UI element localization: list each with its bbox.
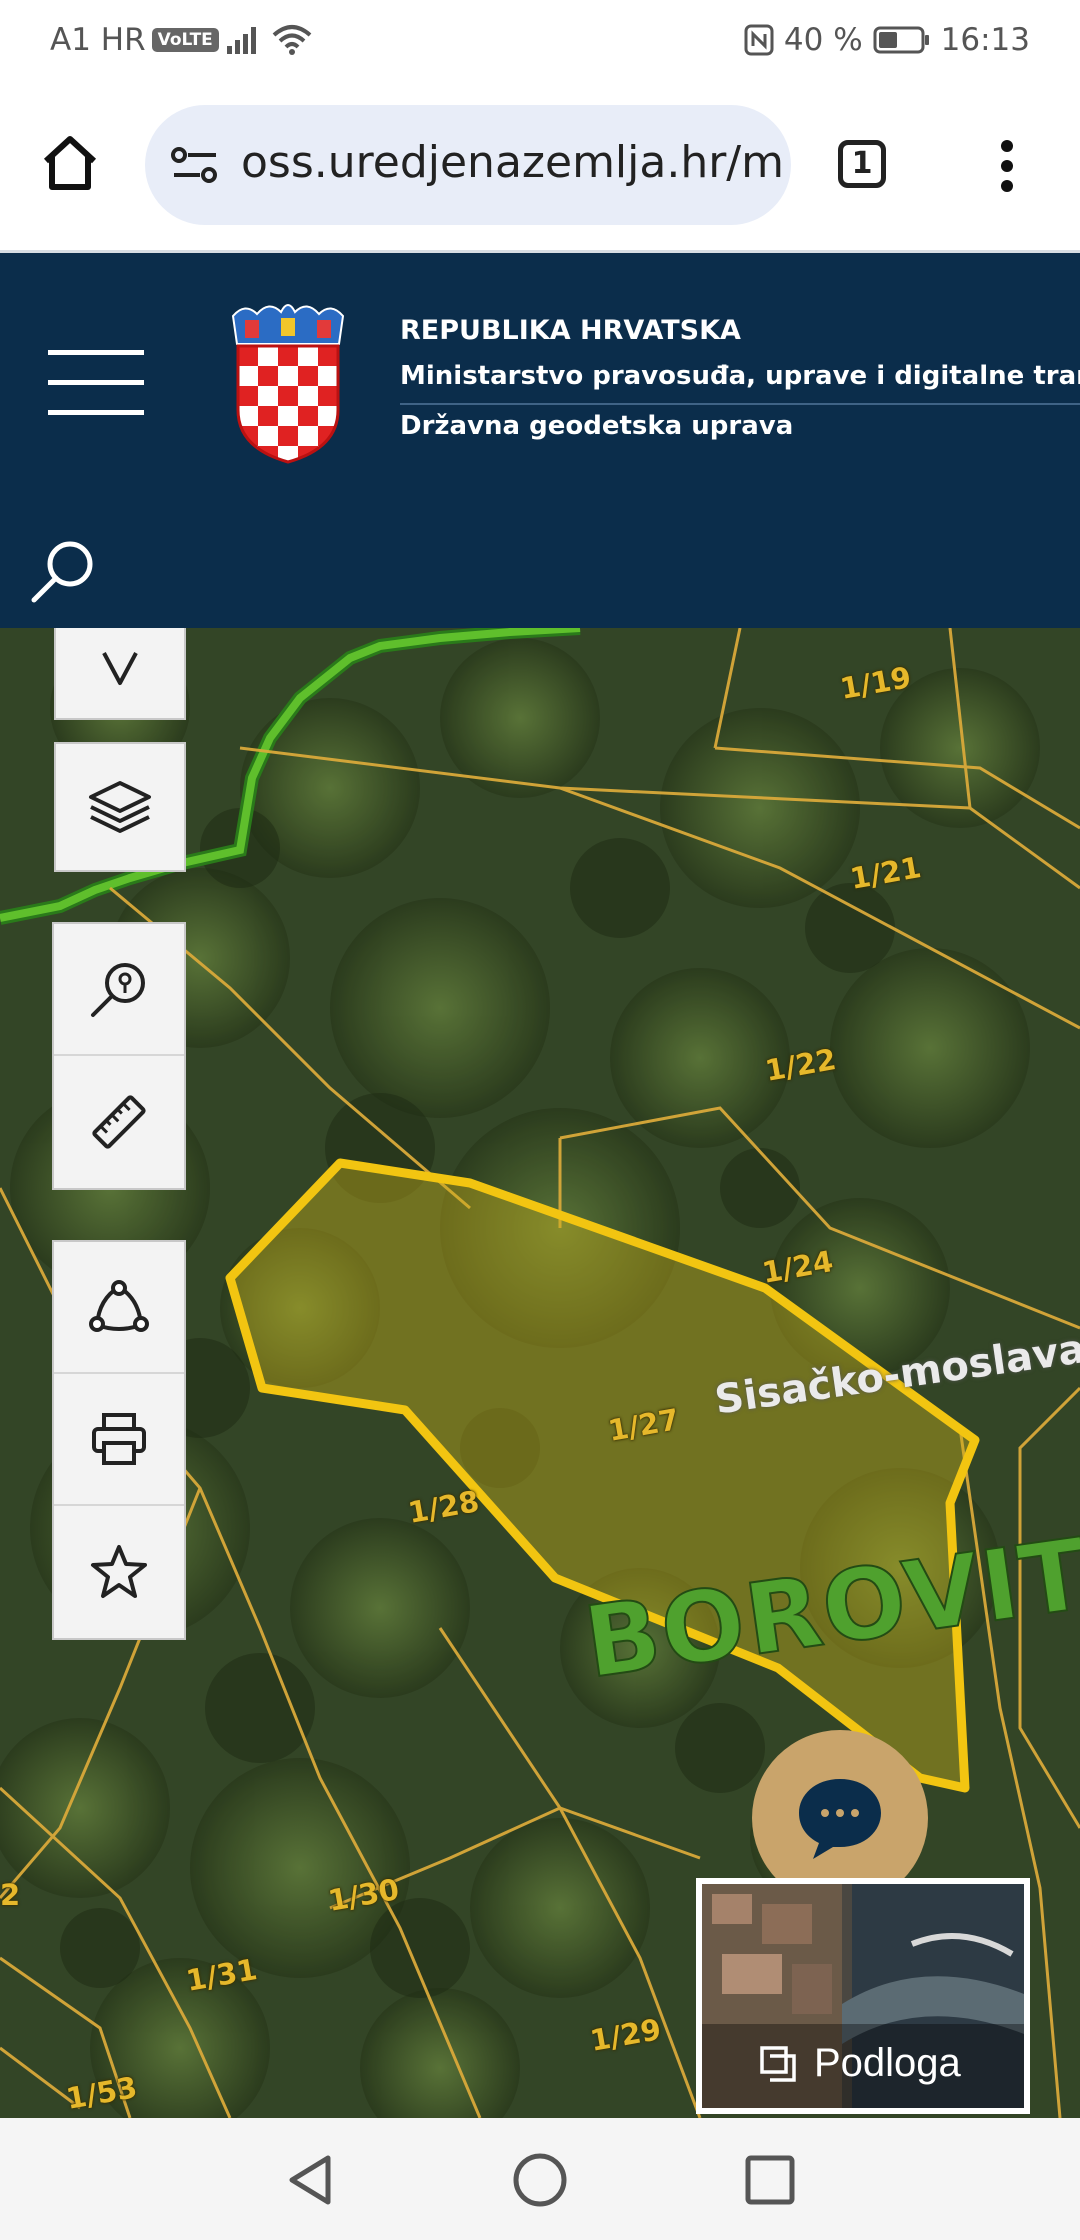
battery-percent: 40 %	[783, 22, 863, 58]
browser-toolbar: oss.uredjenazemlja.hr/m 1	[0, 80, 1080, 250]
more-menu-icon[interactable]	[995, 138, 1019, 194]
nfc-icon	[744, 24, 774, 56]
signal-icon	[226, 27, 256, 54]
draw-button[interactable]	[54, 1242, 184, 1374]
chat-bubble-icon	[799, 1779, 881, 1859]
site-settings-icon[interactable]	[170, 145, 220, 185]
battery-icon	[873, 26, 929, 54]
wifi-icon	[272, 25, 312, 55]
tool-group-draw-print	[52, 1240, 186, 1640]
home-circle-icon[interactable]	[512, 2152, 568, 2208]
clock: 16:13	[940, 22, 1030, 58]
ruler-icon	[92, 1095, 146, 1149]
header-agency: Državna geodetska uprava	[400, 411, 794, 441]
tab-count: 1	[851, 146, 873, 181]
layers-button[interactable]	[54, 742, 186, 872]
basemap-label: Podloga	[814, 2041, 961, 2085]
header-country: REPUBLIKA HRVATSKA	[400, 315, 741, 346]
tool-group-search-measure	[52, 922, 186, 1190]
header-ministry: Ministarstvo pravosuđa, uprave i digital…	[400, 361, 1080, 391]
basemap-icon	[760, 2045, 796, 2082]
volte-badge: VoLTE	[151, 28, 219, 52]
header-divider	[400, 403, 1080, 405]
address-bar[interactable]: oss.uredjenazemlja.hr/m	[145, 105, 791, 225]
recents-icon[interactable]	[744, 2152, 796, 2208]
home-icon[interactable]	[40, 135, 100, 191]
parcel-label: 2	[0, 1878, 21, 1912]
layers-icon	[89, 781, 151, 833]
map-view[interactable]: 1/19 1/21 1/22 1/24 1/27 1/28 1/30 1/31 …	[0, 628, 1080, 2118]
carrier-name: A1 HR	[50, 22, 146, 58]
hamburger-menu-icon[interactable]	[48, 348, 144, 418]
coat-of-arms-logo	[231, 304, 345, 464]
measure-button[interactable]	[54, 1056, 184, 1188]
search-icon[interactable]	[30, 538, 96, 604]
basemap-switch-button[interactable]: Podloga	[696, 1878, 1030, 2114]
tabs-icon[interactable]: 1	[838, 140, 886, 188]
print-icon	[92, 1413, 146, 1465]
site-header: REPUBLIKA HRVATSKA Ministarstvo pravosuđ…	[0, 250, 1080, 628]
star-icon	[91, 1545, 147, 1598]
search-location-button[interactable]	[54, 924, 184, 1056]
favorites-button[interactable]	[54, 1506, 184, 1638]
system-nav-bar	[0, 2118, 1080, 2240]
location-pin-icon	[102, 652, 138, 685]
url-text[interactable]: oss.uredjenazemlja.hr/m	[241, 137, 784, 188]
print-button[interactable]	[54, 1374, 184, 1506]
status-bar: A1 HR VoLTE 40 % 16:13	[0, 0, 1080, 80]
polygon-icon	[89, 1280, 149, 1332]
back-icon[interactable]	[284, 2152, 336, 2208]
location-button[interactable]	[54, 628, 186, 720]
search-location-icon	[91, 963, 145, 1017]
